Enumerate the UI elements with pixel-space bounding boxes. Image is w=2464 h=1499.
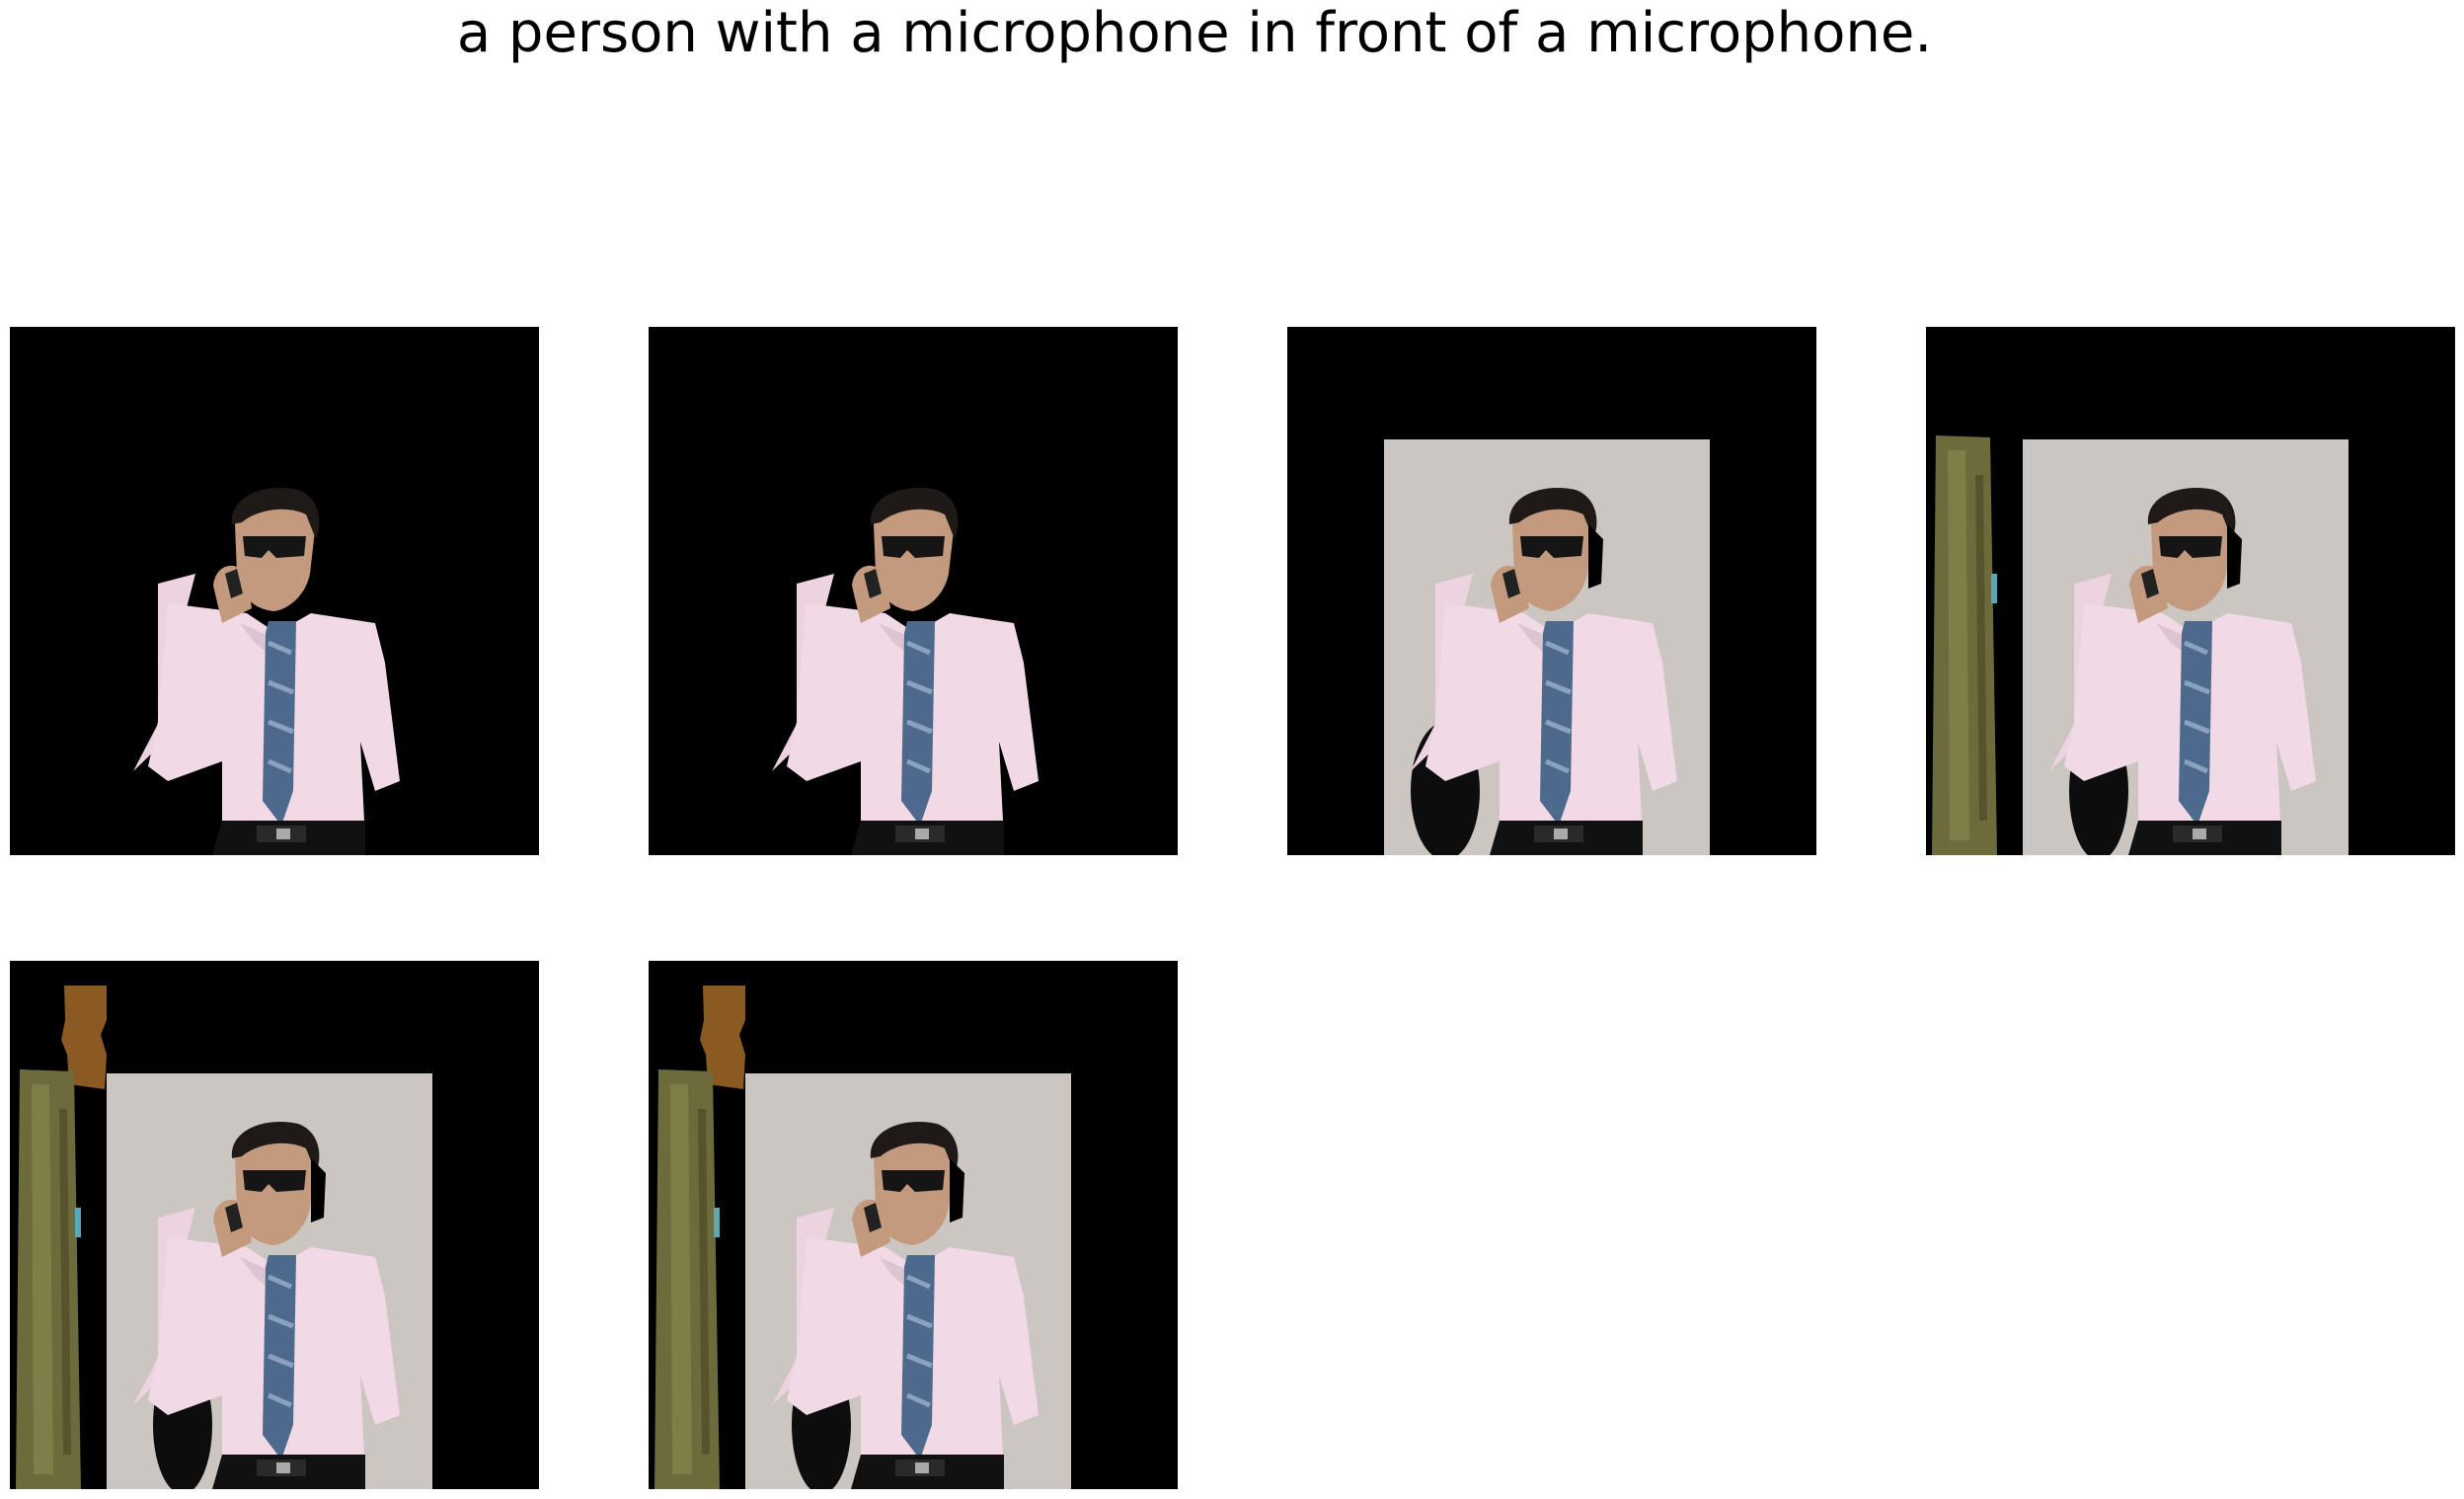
masked-photo-2 bbox=[649, 327, 1178, 855]
figure-title: a person with a microphone in front of a… bbox=[456, 1, 1933, 65]
door-region bbox=[654, 1069, 720, 1489]
door-region bbox=[16, 1069, 81, 1489]
image-panel-2 bbox=[649, 327, 1178, 855]
masked-photo-3 bbox=[1287, 327, 1816, 855]
masked-photo-4 bbox=[1926, 327, 2455, 855]
door-region bbox=[1932, 435, 1997, 855]
image-panel-3 bbox=[1287, 327, 1816, 855]
masked-photo-5 bbox=[10, 961, 539, 1489]
image-panel-1 bbox=[10, 327, 539, 855]
masked-photo-6 bbox=[649, 961, 1178, 1489]
image-panel-4 bbox=[1926, 327, 2455, 855]
masked-photo-1 bbox=[10, 327, 539, 855]
image-panel-5 bbox=[10, 961, 539, 1489]
image-panel-6 bbox=[649, 961, 1178, 1489]
